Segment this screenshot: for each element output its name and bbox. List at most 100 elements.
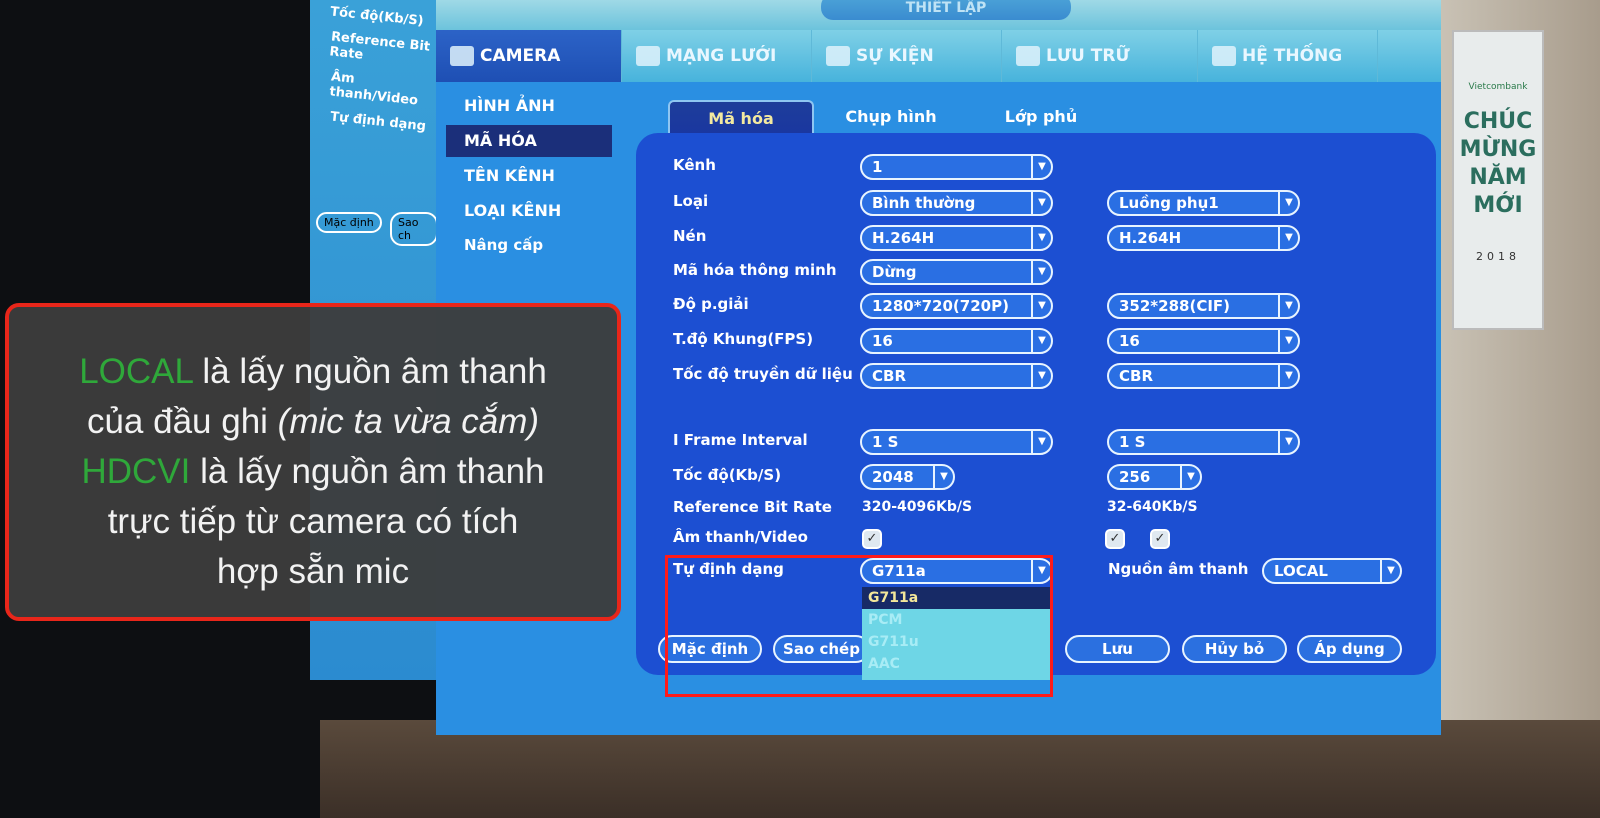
iframe-main-select[interactable]: 1 S ▼: [860, 429, 1053, 455]
chevron-down-icon: ▼: [1278, 330, 1298, 352]
nen-sub-select[interactable]: H.264H ▼: [1107, 225, 1300, 251]
nen-main-select[interactable]: H.264H ▼: [860, 225, 1053, 251]
chevron-down-icon: ▼: [1031, 227, 1051, 249]
bg-button: Mặc định: [316, 212, 382, 233]
main-tab-bar: CAMERA MẠNG LƯỚI SỰ KIỆN LƯU TRỮ HỆ THỐN…: [436, 30, 1441, 82]
smart-label: Mã hóa thông minh: [673, 261, 837, 279]
kenh-main-select[interactable]: 1 ▼: [860, 154, 1053, 180]
select-value: LOCAL: [1274, 562, 1328, 580]
format-main-select[interactable]: G711a ▼: [860, 558, 1053, 584]
bitrate-label: Tốc độ(Kb/S): [673, 466, 782, 484]
select-value: 352*288(CIF): [1119, 297, 1231, 315]
poster-year: 2018: [1476, 250, 1520, 263]
chevron-down-icon: ▼: [1031, 156, 1051, 178]
audio-source-label: Nguồn âm thanh: [1108, 560, 1249, 578]
chevron-down-icon: ▼: [1031, 330, 1051, 352]
tab-storage[interactable]: LƯU TRỮ: [1002, 30, 1198, 82]
select-value: CBR: [872, 367, 906, 385]
fps-label: T.độ Khung(FPS): [673, 330, 814, 348]
select-value: 1 S: [872, 433, 899, 451]
select-value: 1280*720(720P): [872, 297, 1009, 315]
select-value: Luồng phụ1: [1119, 194, 1219, 212]
format-label: Tự định dạng: [673, 560, 784, 578]
fps-sub-select[interactable]: 16 ▼: [1107, 328, 1300, 354]
select-value: 2048: [872, 468, 914, 486]
bitrate-main-select[interactable]: 2048 ▼: [860, 464, 955, 490]
sidebar-item-channel-type[interactable]: LOẠI KÊNH: [446, 195, 612, 227]
ref-bitrate-main: 320-4096Kb/S: [862, 499, 973, 515]
tab-event[interactable]: SỰ KIỆN: [812, 30, 1002, 82]
dropdown-option[interactable]: PCM: [862, 609, 1050, 631]
tab-camera[interactable]: CAMERA: [436, 30, 622, 82]
cancel-button[interactable]: Hủy bỏ: [1182, 635, 1287, 663]
sidebar-item-image[interactable]: HÌNH ẢNH: [446, 90, 612, 122]
fps-main-select[interactable]: 16 ▼: [860, 328, 1053, 354]
audio-format-dropdown-list: G711a PCM G711u AAC: [862, 587, 1050, 680]
sidebar-item-encode[interactable]: MÃ HÓA: [446, 125, 612, 157]
res-sub-select[interactable]: 352*288(CIF) ▼: [1107, 293, 1300, 319]
storage-icon: [1016, 46, 1040, 66]
copy-button[interactable]: Sao chép: [773, 635, 870, 663]
select-value: 256: [1119, 468, 1151, 486]
ref-label: Reference Bit Rate: [673, 498, 832, 516]
chevron-down-icon: ▼: [1278, 365, 1298, 387]
default-button[interactable]: Mặc định: [658, 635, 762, 663]
caption-text: của đầu ghi: [86, 402, 278, 441]
smart-main-select[interactable]: Dừng ▼: [860, 259, 1053, 285]
tab-label: SỰ KIỆN: [856, 46, 934, 66]
tab-label: MẠNG LƯỚI: [666, 46, 777, 66]
dropdown-option[interactable]: G711a: [862, 587, 1050, 609]
tab-label: CAMERA: [480, 46, 561, 66]
chevron-down-icon: ▼: [1031, 560, 1051, 582]
event-icon: [826, 46, 850, 66]
av-checkbox[interactable]: ✓: [1105, 529, 1125, 549]
bg-label: Tốc độ(Kb/S): [329, 4, 425, 30]
subtab-snapshot[interactable]: Chụp hình: [831, 100, 951, 134]
sidebar-item-channel-name[interactable]: TÊN KÊNH: [446, 160, 612, 192]
chevron-down-icon: ▼: [1031, 431, 1051, 453]
dropdown-option[interactable]: AAC: [862, 653, 1050, 675]
av-checkbox[interactable]: ✓: [1150, 529, 1170, 549]
av-checkbox[interactable]: ✓: [862, 529, 882, 549]
apply-button[interactable]: Áp dụng: [1297, 635, 1402, 663]
res-label: Độ p.giải: [673, 295, 749, 313]
caption-text: hợp sẵn mic: [216, 552, 410, 591]
caption-text: là lấy nguồn âm thanh: [192, 352, 547, 391]
tab-network[interactable]: MẠNG LƯỚI: [622, 30, 812, 82]
poster-brand: Vietcombank: [1468, 82, 1528, 92]
bg-button: Sao ch: [390, 212, 438, 246]
bitctl-sub-select[interactable]: CBR ▼: [1107, 363, 1300, 389]
subtab-encode[interactable]: Mã hóa: [668, 100, 814, 134]
bg-label: Reference Bit Rate: [328, 29, 431, 63]
bitctl-main-select[interactable]: CBR ▼: [860, 363, 1053, 389]
bitrate-sub-select[interactable]: 256 ▼: [1107, 464, 1202, 490]
caption-keyword: LOCAL: [79, 352, 193, 391]
dropdown-option[interactable]: G711u: [862, 631, 1050, 653]
kenh-label: Kênh: [673, 156, 716, 174]
res-main-select[interactable]: 1280*720(720P) ▼: [860, 293, 1053, 319]
select-value: G711a: [872, 562, 926, 580]
chevron-down-icon: ▼: [1278, 192, 1298, 214]
network-icon: [636, 46, 660, 66]
sidebar-item-upgrade[interactable]: Nâng cấp: [446, 230, 612, 262]
calendar-poster: Vietcombank CHÚC MỪNG NĂM MỚI 2018: [1452, 30, 1544, 330]
av-label: Âm thanh/Video: [673, 528, 808, 546]
camera-icon: [450, 46, 474, 66]
chevron-down-icon: ▼: [1031, 261, 1051, 283]
audio-source-select[interactable]: LOCAL ▼: [1262, 558, 1402, 584]
tab-system[interactable]: HỆ THỐNG: [1198, 30, 1378, 82]
iframe-sub-select[interactable]: 1 S ▼: [1107, 429, 1300, 455]
tab-label: HỆ THỐNG: [1242, 46, 1343, 66]
loai-label: Loại: [673, 192, 709, 210]
chevron-down-icon: ▼: [1180, 466, 1200, 488]
select-value: H.264H: [1119, 229, 1182, 247]
chevron-down-icon: ▼: [1031, 365, 1051, 387]
bitctl-label: Tốc độ truyền dữ liệu: [673, 365, 853, 383]
chevron-down-icon: ▼: [1278, 227, 1298, 249]
subtab-overlay[interactable]: Lớp phủ: [991, 100, 1091, 134]
loai-sub-select[interactable]: Luồng phụ1 ▼: [1107, 190, 1300, 216]
loai-main-select[interactable]: Bình thường ▼: [860, 190, 1053, 216]
select-value: 16: [1119, 332, 1140, 350]
save-button[interactable]: Lưu: [1065, 635, 1170, 663]
chevron-down-icon: ▼: [1278, 431, 1298, 453]
